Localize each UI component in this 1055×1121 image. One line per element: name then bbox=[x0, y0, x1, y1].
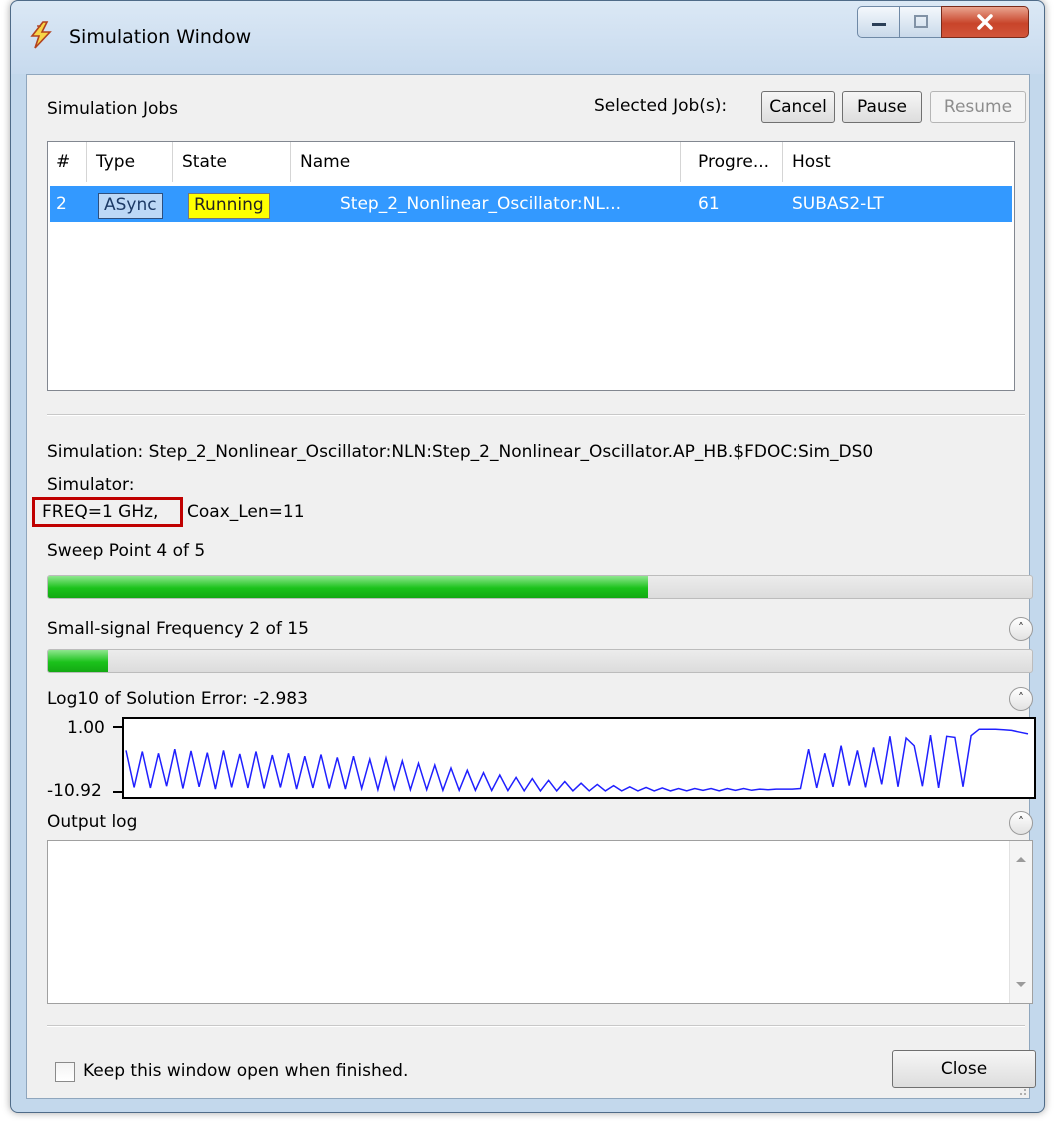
table-row[interactable]: 2 ASync Running Step_2_Nonlinear_Oscilla… bbox=[50, 186, 1012, 222]
collapse-solution-error-button[interactable]: ˄ bbox=[1009, 687, 1033, 711]
solution-error-plot bbox=[122, 717, 1036, 799]
job-state-badge: Running bbox=[188, 193, 270, 219]
column-header-host[interactable]: Host bbox=[784, 142, 1012, 182]
maximize-button[interactable] bbox=[899, 6, 943, 38]
job-host: SUBAS2-LT bbox=[792, 194, 884, 214]
maximize-icon bbox=[914, 15, 928, 28]
output-log-scrollbar[interactable] bbox=[1009, 841, 1032, 1003]
job-number: 2 bbox=[56, 194, 67, 214]
freq-highlight-box bbox=[32, 497, 183, 527]
job-name: Step_2_Nonlinear_Oscillator:NL... bbox=[340, 194, 622, 214]
error-ymin-label: -10.92 bbox=[47, 781, 102, 801]
solution-error-chart bbox=[125, 728, 1029, 793]
column-header-progress[interactable]: Progre... bbox=[690, 142, 783, 182]
window-title: Simulation Window bbox=[69, 26, 252, 48]
small-signal-progress-fill bbox=[48, 650, 109, 672]
column-header-type[interactable]: Type bbox=[88, 142, 173, 182]
job-progress: 61 bbox=[698, 194, 720, 214]
resume-job-button[interactable]: Resume bbox=[930, 91, 1026, 123]
keep-open-checkbox[interactable] bbox=[55, 1062, 75, 1082]
lightning-icon bbox=[30, 21, 52, 49]
double-chevron-up-icon: ˄ bbox=[1018, 621, 1024, 635]
small-signal-progress-bar bbox=[47, 649, 1033, 673]
keep-open-label[interactable]: Keep this window open when finished. bbox=[83, 1061, 408, 1081]
scroll-up-icon[interactable] bbox=[1015, 855, 1027, 863]
output-log-label: Output log bbox=[47, 812, 138, 832]
output-log-area[interactable] bbox=[47, 840, 1033, 1004]
solution-error-line bbox=[125, 728, 1029, 793]
close-button[interactable]: Close bbox=[892, 1050, 1036, 1088]
jobs-table-header: # Type State Name Progre... Host bbox=[48, 142, 1014, 182]
simulation-window: Simulation Window Simulation Jobs Select… bbox=[10, 0, 1045, 1113]
jobs-table[interactable]: # Type State Name Progre... Host 2 ASync… bbox=[47, 141, 1015, 391]
column-header-state[interactable]: State bbox=[174, 142, 291, 182]
resize-grip-icon[interactable] bbox=[1015, 1084, 1027, 1096]
close-icon bbox=[977, 14, 993, 30]
collapse-small-signal-button[interactable]: ˄ bbox=[1009, 617, 1033, 641]
collapse-output-log-button[interactable]: ˄ bbox=[1009, 811, 1033, 835]
divider bbox=[47, 1025, 1025, 1027]
jobs-section-title: Simulation Jobs bbox=[47, 99, 179, 119]
simulation-name-text: Simulation: Step_2_Nonlinear_Oscillator:… bbox=[47, 442, 874, 462]
coax-param-text: Coax_Len=11 bbox=[187, 502, 305, 522]
close-window-button[interactable] bbox=[941, 6, 1029, 38]
divider bbox=[47, 414, 1025, 416]
column-header-name[interactable]: Name bbox=[292, 142, 681, 182]
sweep-progress-fill bbox=[48, 576, 649, 598]
minimize-icon bbox=[872, 23, 886, 26]
cancel-job-button[interactable]: Cancel bbox=[761, 91, 835, 123]
sweep-progress-bar bbox=[47, 575, 1033, 599]
simulator-label: Simulator: bbox=[47, 475, 135, 495]
error-ymax-label: 1.00 bbox=[67, 718, 105, 738]
solution-error-label: Log10 of Solution Error: -2.983 bbox=[47, 689, 308, 709]
job-type-badge: ASync bbox=[98, 193, 163, 219]
column-header-number[interactable]: # bbox=[48, 142, 87, 182]
pause-job-button[interactable]: Pause bbox=[842, 91, 922, 123]
minimize-button[interactable] bbox=[857, 6, 901, 38]
sweep-point-label: Sweep Point 4 of 5 bbox=[47, 541, 206, 561]
small-signal-label: Small-signal Frequency 2 of 15 bbox=[47, 619, 309, 639]
window-body: Simulation Jobs Selected Job(s): Cancel … bbox=[26, 74, 1036, 1099]
double-chevron-up-icon: ˄ bbox=[1018, 815, 1024, 829]
selected-jobs-label: Selected Job(s): bbox=[594, 96, 728, 116]
scroll-down-icon[interactable] bbox=[1015, 981, 1027, 989]
double-chevron-up-icon: ˄ bbox=[1018, 691, 1024, 705]
title-bar[interactable]: Simulation Window bbox=[11, 1, 1044, 74]
